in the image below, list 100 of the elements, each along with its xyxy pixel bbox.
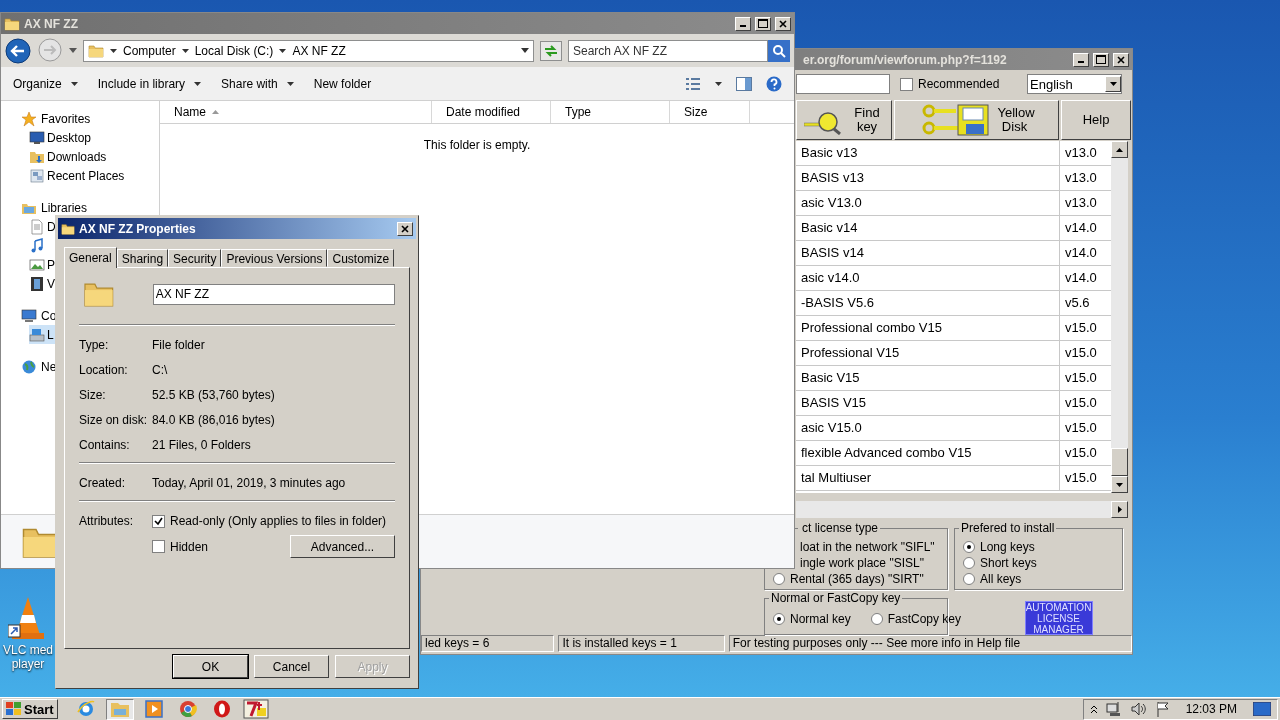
scrollbar[interactable] bbox=[796, 501, 1128, 518]
table-cell-text: Basic V15 bbox=[800, 369, 861, 387]
app-icon bbox=[242, 699, 269, 719]
star-icon bbox=[21, 110, 37, 127]
address-bar[interactable]: Computer Local Disk (C:) AX NF ZZ bbox=[83, 39, 534, 62]
speaker-icon[interactable] bbox=[1129, 701, 1148, 717]
caret-icon[interactable] bbox=[69, 48, 77, 53]
breadcrumb-item[interactable]: AX NF ZZ bbox=[292, 43, 346, 58]
network-icon[interactable] bbox=[1105, 701, 1122, 717]
radio-button[interactable] bbox=[963, 540, 975, 553]
toolbar-button[interactable]: Find key bbox=[796, 100, 892, 140]
close-button[interactable] bbox=[397, 221, 413, 236]
checkbox[interactable] bbox=[900, 77, 913, 91]
nav-item[interactable]: Recent Places bbox=[29, 166, 127, 185]
toolbar-button[interactable]: New folder bbox=[313, 76, 372, 91]
caret-icon bbox=[181, 48, 189, 53]
up-arrow-icon bbox=[1116, 147, 1123, 152]
table-cell-text: tal Multiuser bbox=[800, 469, 873, 487]
field-label: Attributes: bbox=[79, 514, 135, 528]
table-cell-text: BASIS V15 bbox=[800, 394, 868, 412]
start-button[interactable]: Start bbox=[2, 699, 58, 719]
refresh-icon bbox=[543, 43, 559, 58]
computer-icon bbox=[21, 307, 37, 324]
breadcrumb-item[interactable]: Computer bbox=[123, 43, 176, 58]
nav-item[interactable]: Favorites bbox=[21, 109, 93, 128]
field-value: 52.5 KB (53,760 bytes) bbox=[152, 388, 276, 402]
preview-pane-icon[interactable] bbox=[736, 76, 752, 91]
drive-icon bbox=[29, 326, 45, 343]
scroll-right-button[interactable] bbox=[1111, 501, 1128, 518]
recent-places-icon bbox=[29, 167, 45, 184]
caret-icon[interactable] bbox=[715, 81, 722, 86]
scroll-up-button[interactable] bbox=[1111, 141, 1128, 158]
radio-button[interactable] bbox=[963, 556, 975, 569]
help-icon[interactable] bbox=[766, 75, 782, 92]
toolbar-button[interactable]: Organize bbox=[13, 76, 78, 91]
tab[interactable]: General bbox=[64, 247, 117, 268]
group-title: ct license type bbox=[798, 521, 881, 535]
view-options-icon[interactable] bbox=[685, 76, 701, 91]
table-cell-text: BASIS v13 bbox=[800, 169, 865, 187]
maximize-icon bbox=[1096, 55, 1106, 64]
tab[interactable]: Sharing bbox=[116, 249, 169, 267]
toolbar-button[interactable]: Yellow Disk bbox=[894, 100, 1059, 140]
search-field[interactable]: Search AX NF ZZ bbox=[568, 39, 768, 62]
caret-icon bbox=[70, 81, 78, 86]
nav-item[interactable]: Downloads bbox=[29, 147, 109, 166]
tab[interactable]: Security bbox=[168, 249, 222, 267]
nav-item[interactable]: Desktop bbox=[29, 128, 94, 147]
taskbar-button[interactable] bbox=[241, 698, 270, 720]
taskbar-button[interactable] bbox=[105, 698, 134, 720]
scrollbar[interactable] bbox=[1111, 141, 1128, 493]
search-button[interactable] bbox=[768, 39, 790, 62]
window-title: AX NF ZZ Properties bbox=[79, 221, 197, 236]
back-button[interactable] bbox=[5, 37, 31, 64]
field-label: Size: bbox=[79, 388, 107, 402]
tab[interactable]: Previous Versions bbox=[221, 249, 328, 267]
document-icon bbox=[29, 218, 45, 235]
radio-button[interactable] bbox=[963, 572, 975, 585]
toolbar-button[interactable]: Help bbox=[1061, 100, 1131, 140]
radio-label: Rental (365 days) "SIRT" bbox=[790, 571, 924, 586]
nav-item[interactable]: D bbox=[29, 217, 58, 236]
nav-item[interactable]: L bbox=[29, 325, 56, 344]
group-title: Normal or FastCopy key bbox=[769, 591, 903, 605]
caret-icon bbox=[110, 48, 117, 53]
name-field[interactable]: AX NF ZZ bbox=[152, 283, 395, 305]
folder-icon bbox=[61, 221, 75, 236]
chevron-up-icon[interactable] bbox=[1089, 705, 1098, 713]
radio-label: ingle work place "SISL" bbox=[799, 555, 925, 570]
dialog-button[interactable]: Cancel bbox=[254, 655, 329, 678]
nav-item[interactable]: P bbox=[29, 255, 57, 274]
checkbox-label: Hidden bbox=[170, 539, 209, 554]
caret-icon[interactable] bbox=[521, 48, 529, 53]
radio-button[interactable] bbox=[773, 612, 785, 625]
search-icon bbox=[772, 43, 786, 58]
caret-icon bbox=[279, 48, 287, 53]
table-cell-text: Professional V15 bbox=[800, 344, 901, 362]
tab[interactable]: Customize bbox=[327, 249, 395, 267]
radio-button[interactable] bbox=[773, 572, 785, 585]
field-label: Location: bbox=[79, 363, 129, 377]
flag-icon[interactable] bbox=[1155, 701, 1170, 717]
language-dropdown[interactable]: English bbox=[1027, 74, 1122, 94]
scroll-down-button[interactable] bbox=[1111, 476, 1128, 493]
breadcrumb-item[interactable]: Local Disk (C:) bbox=[194, 43, 274, 58]
refresh-button[interactable] bbox=[540, 40, 562, 61]
scrollbar-thumb[interactable] bbox=[1111, 448, 1128, 476]
search-field[interactable] bbox=[796, 74, 890, 94]
caret-icon bbox=[194, 81, 202, 86]
checkbox[interactable] bbox=[152, 514, 165, 528]
table-cell-text: Basic v13 bbox=[800, 144, 859, 162]
toolbar-button[interactable]: Include in library bbox=[97, 76, 202, 91]
checkbox[interactable] bbox=[152, 540, 165, 553]
dialog-button[interactable]: OK bbox=[173, 655, 248, 678]
advanced-button[interactable]: Advanced... bbox=[290, 535, 395, 558]
table-cell-text: -BASIS V5.6 bbox=[800, 294, 875, 312]
manager-button[interactable]: AUTOMATION LICENSE MANAGER bbox=[1024, 601, 1093, 635]
close-icon bbox=[1117, 55, 1125, 64]
toolbar-button[interactable]: Share with bbox=[221, 76, 294, 91]
status-pane: For testing purposes only --- See more info in Help file bbox=[728, 635, 1132, 652]
field-label: Size on disk: bbox=[79, 413, 149, 427]
radio-button[interactable] bbox=[870, 612, 883, 625]
clock[interactable]: 12:03 PM bbox=[1185, 702, 1237, 716]
